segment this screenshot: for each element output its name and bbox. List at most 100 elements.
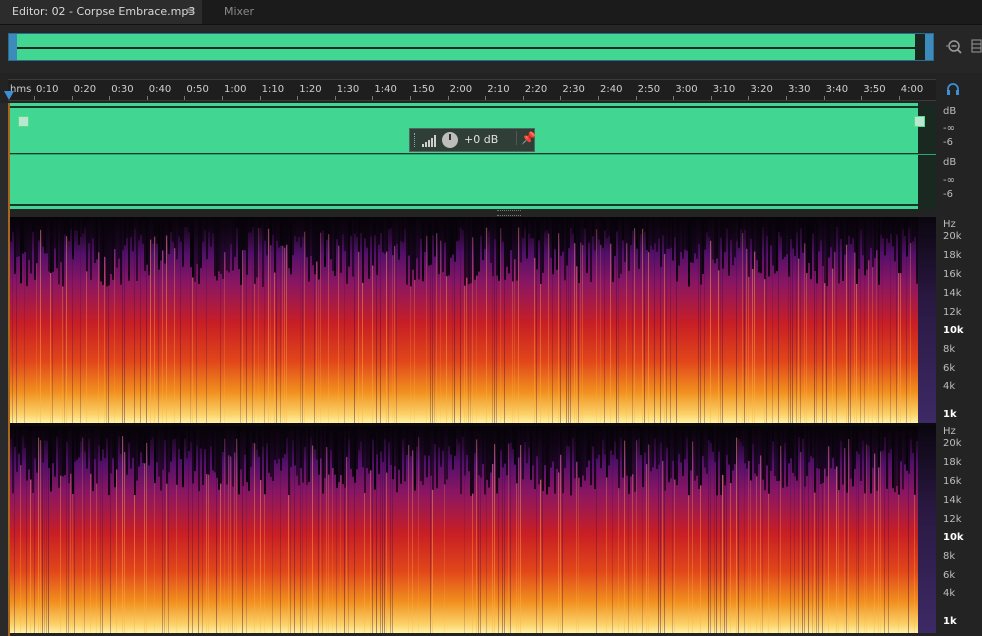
playhead-marker[interactable] — [4, 91, 14, 100]
fade-in-handle[interactable] — [18, 116, 29, 127]
channel-separator — [8, 154, 936, 155]
ruler-tick — [372, 96, 374, 100]
ruler-label: 3:50 — [863, 84, 886, 95]
overview-end-region — [915, 34, 925, 60]
fade-out-handle[interactable] — [914, 116, 925, 127]
volume-knob[interactable] — [442, 132, 458, 148]
ruler-tick — [109, 96, 111, 100]
ruler-label: 1:20 — [299, 84, 322, 95]
amp-tick: -∞ — [943, 123, 955, 134]
hz-tick: 20k — [943, 438, 962, 449]
spectrogram-channel1[interactable] — [8, 217, 936, 423]
ruler-label: 2:30 — [562, 84, 585, 95]
ruler-label: 0:10 — [36, 84, 59, 95]
ruler-tick — [710, 96, 712, 100]
hz-tick: 10k — [943, 325, 964, 336]
hz-unit: Hz — [943, 426, 956, 437]
amp-unit: dB — [943, 106, 957, 117]
amp-tick: -∞ — [943, 175, 955, 186]
ruler-tick — [447, 96, 449, 100]
tab-mixer[interactable]: Mixer — [204, 0, 274, 24]
ruler-tick — [410, 96, 411, 100]
ruler-label: 0:30 — [111, 84, 134, 95]
volume-value[interactable]: +0 dB — [464, 133, 498, 146]
channel2-bottom-wave — [8, 204, 918, 206]
spectrogram-channel2[interactable] — [8, 426, 936, 633]
headphones-icon[interactable] — [946, 82, 960, 100]
ruler-label: 0:50 — [186, 84, 209, 95]
ruler-label: 1:50 — [412, 84, 435, 95]
amplitude-scale-ch1: dB -∞ -6 — [937, 103, 982, 157]
overview-waveform[interactable] — [8, 33, 934, 61]
hz-tick: 4k — [943, 588, 956, 599]
ruler-label: 4:00 — [900, 84, 924, 95]
ruler-label: 2:40 — [600, 84, 623, 95]
hz-tick: 18k — [943, 457, 962, 468]
hz-tick: 18k — [943, 250, 962, 261]
ruler-tick — [673, 96, 675, 100]
overview-wave-line — [17, 47, 925, 49]
amp-tick: -6 — [943, 189, 953, 200]
playhead-line — [8, 103, 10, 636]
amp-unit: dB — [943, 157, 957, 168]
hz-tick: 6k — [943, 363, 956, 374]
hz-unit: Hz — [943, 219, 956, 230]
channel1-top-wave — [8, 106, 918, 108]
ruler-tick — [146, 96, 148, 100]
ruler-tick — [522, 96, 524, 100]
hz-tick: 14k — [943, 288, 962, 299]
ruler-label: 3:40 — [825, 84, 849, 95]
hz-tick: 1k — [943, 409, 957, 420]
ruler-tick — [184, 96, 186, 100]
ruler-tick — [560, 96, 562, 100]
ruler-label: 2:50 — [637, 84, 661, 95]
ruler-tick — [861, 96, 863, 100]
ruler-tick — [898, 96, 900, 100]
tab-editor-label: Editor: 02 - Corpse Embrace.mp3 — [12, 5, 196, 18]
hud-grip[interactable] — [414, 133, 418, 147]
ruler-label: 2:10 — [487, 84, 510, 95]
hz-tick: 16k — [943, 476, 962, 487]
ruler-tick — [34, 96, 35, 100]
hz-tick: 12k — [943, 514, 962, 525]
zoom-out-icon[interactable] — [944, 38, 964, 56]
ruler-tick — [786, 96, 787, 100]
hz-tick: 8k — [943, 551, 956, 562]
hz-tick: 1k — [943, 616, 957, 627]
ruler-label: 3:20 — [750, 84, 773, 95]
waveform-display[interactable] — [8, 103, 936, 209]
frequency-scale-ch2: Hz 20k 18k 16k 14k 12k 10k 8k 6k 4k 1k — [937, 424, 982, 633]
ruler-label: 2:00 — [449, 84, 473, 95]
panel-resize-grip[interactable] — [497, 210, 521, 216]
panel-menu-icon[interactable] — [970, 38, 982, 56]
overview-left-handle[interactable] — [9, 34, 17, 60]
ruler-label: 0:20 — [73, 84, 97, 95]
ruler-tick — [297, 96, 299, 100]
ruler-label: 1:10 — [261, 84, 285, 95]
amplitude-scale-ch2: dB -∞ -6 — [937, 155, 982, 209]
ruler-tick — [748, 96, 750, 100]
tab-editor[interactable]: Editor: 02 - Corpse Embrace.mp3 ≡ — [0, 0, 202, 24]
level-bars-icon — [422, 135, 436, 147]
ruler-tick — [71, 96, 73, 100]
ruler-tick — [222, 96, 223, 100]
hz-tick: 20k — [943, 231, 962, 242]
frequency-scale-ch1: Hz 20k 18k 16k 14k 12k 10k 8k 6k 4k 1k — [937, 217, 982, 423]
ruler-tick — [823, 96, 825, 100]
time-ruler[interactable]: hms 0:10 0:20 0:30 0:40 0:50 1:00 1:10 1:20 1:30… — [8, 79, 936, 101]
ruler-tick — [334, 96, 336, 100]
pin-icon[interactable]: 📌 — [516, 131, 536, 145]
hz-tick: 12k — [943, 307, 962, 318]
ruler-tick — [635, 96, 637, 100]
ruler-label: 3:10 — [712, 84, 736, 95]
hz-tick: 8k — [943, 344, 956, 355]
ruler-tick — [598, 96, 599, 100]
ruler-label: 0:40 — [148, 84, 172, 95]
left-gutter — [0, 103, 8, 636]
overview-right-handle[interactable] — [925, 34, 933, 60]
tab-menu-icon[interactable]: ≡ — [186, 0, 194, 24]
ruler-label: 3:00 — [675, 84, 698, 95]
ruler-label: 1:00 — [224, 84, 247, 95]
volume-hud[interactable]: +0 dB 📌 — [409, 128, 536, 152]
hz-tick: 16k — [943, 269, 962, 280]
